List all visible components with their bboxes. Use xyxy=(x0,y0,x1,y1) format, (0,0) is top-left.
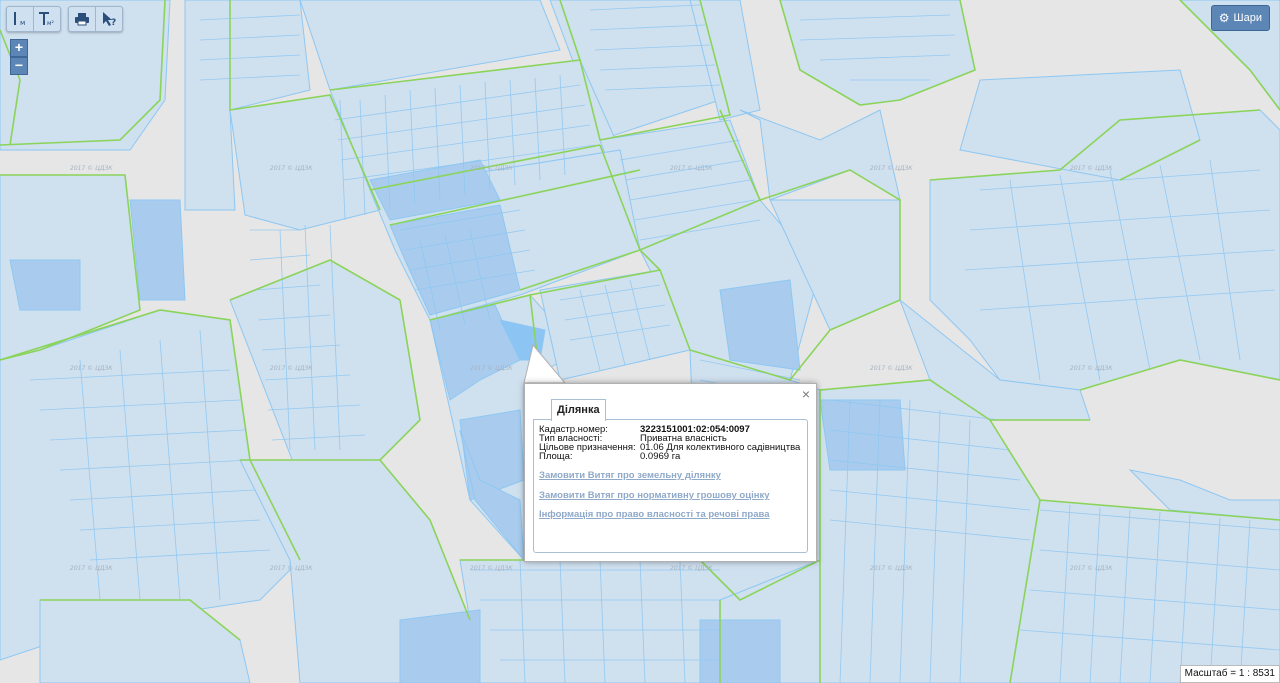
svg-text:м: м xyxy=(20,19,25,27)
print-icon xyxy=(75,13,89,26)
close-icon[interactable]: × xyxy=(802,386,810,402)
parcel-info-popup: × Ділянка Кадастр.номер: 3223151001:02:0… xyxy=(524,383,817,562)
svg-text:2017 © ЦДЗК: 2017 © ЦДЗК xyxy=(1070,365,1113,372)
tab-parcel[interactable]: Ділянка xyxy=(551,399,606,421)
svg-text:2017 © ЦДЗК: 2017 © ЦДЗК xyxy=(270,565,313,572)
ruler-meters-icon: м xyxy=(14,12,25,27)
measure-toolbar: м м² xyxy=(6,6,61,32)
measure-distance-button[interactable]: м xyxy=(7,7,33,31)
svg-text:?: ? xyxy=(111,18,116,27)
print-button[interactable] xyxy=(69,7,95,31)
layers-button-label: Шари xyxy=(1233,12,1262,24)
layers-button[interactable]: ⚙ Шари xyxy=(1210,5,1270,31)
area-measure-icon: м² xyxy=(39,12,55,27)
svg-text:2017 © ЦДЗК: 2017 © ЦДЗК xyxy=(670,165,713,172)
zoom-out-button[interactable]: − xyxy=(10,57,28,75)
measure-area-button[interactable]: м² xyxy=(33,7,60,31)
identify-button[interactable]: ? xyxy=(95,7,122,31)
scale-indicator: Масштаб = 1 : 8531 xyxy=(1179,665,1280,683)
gear-icon: ⚙ xyxy=(1218,11,1230,25)
svg-text:2017 © ЦДЗК: 2017 © ЦДЗК xyxy=(1070,565,1113,572)
zoom-in-button[interactable]: + xyxy=(10,39,28,57)
ownership-info-link[interactable]: Інформація про право власності та речові… xyxy=(539,509,770,520)
parcel-info-panel: Кадастр.номер: 3223151001:02:054:0097 Ти… xyxy=(533,419,808,553)
svg-text:2017 © ЦДЗК: 2017 © ЦДЗК xyxy=(470,165,513,172)
svg-text:2017 © ЦДЗК: 2017 © ЦДЗК xyxy=(870,165,913,172)
identify-help-icon: ? xyxy=(103,12,116,27)
svg-text:2017 © ЦДЗК: 2017 © ЦДЗК xyxy=(70,365,113,372)
svg-text:2017 © ЦДЗК: 2017 © ЦДЗК xyxy=(1070,165,1113,172)
svg-text:2017 © ЦДЗК: 2017 © ЦДЗК xyxy=(870,565,913,572)
svg-text:2017 © ЦДЗК: 2017 © ЦДЗК xyxy=(870,365,913,372)
svg-text:2017 © ЦДЗК: 2017 © ЦДЗК xyxy=(670,565,713,572)
svg-text:м²: м² xyxy=(47,20,55,27)
tools-toolbar: ? xyxy=(68,6,123,32)
svg-text:2017 © ЦДЗК: 2017 © ЦДЗК xyxy=(470,565,513,572)
svg-text:2017 © ЦДЗК: 2017 © ЦДЗК xyxy=(70,565,113,572)
order-valuation-extract-link[interactable]: Замовити Витяг про нормативну грошову оц… xyxy=(539,490,770,501)
svg-text:2017 © ЦДЗК: 2017 © ЦДЗК xyxy=(270,165,313,172)
order-parcel-extract-link[interactable]: Замовити Витяг про земельну ділянку xyxy=(539,470,721,481)
svg-text:2017 © ЦДЗК: 2017 © ЦДЗК xyxy=(70,165,113,172)
cadastral-map[interactable]: 2017 © ЦДЗК 2017 © ЦДЗК 2017 © ЦДЗК 2017… xyxy=(0,0,1280,683)
svg-text:2017 © ЦДЗК: 2017 © ЦДЗК xyxy=(470,365,513,372)
svg-text:2017 © ЦДЗК: 2017 © ЦДЗК xyxy=(270,365,313,372)
